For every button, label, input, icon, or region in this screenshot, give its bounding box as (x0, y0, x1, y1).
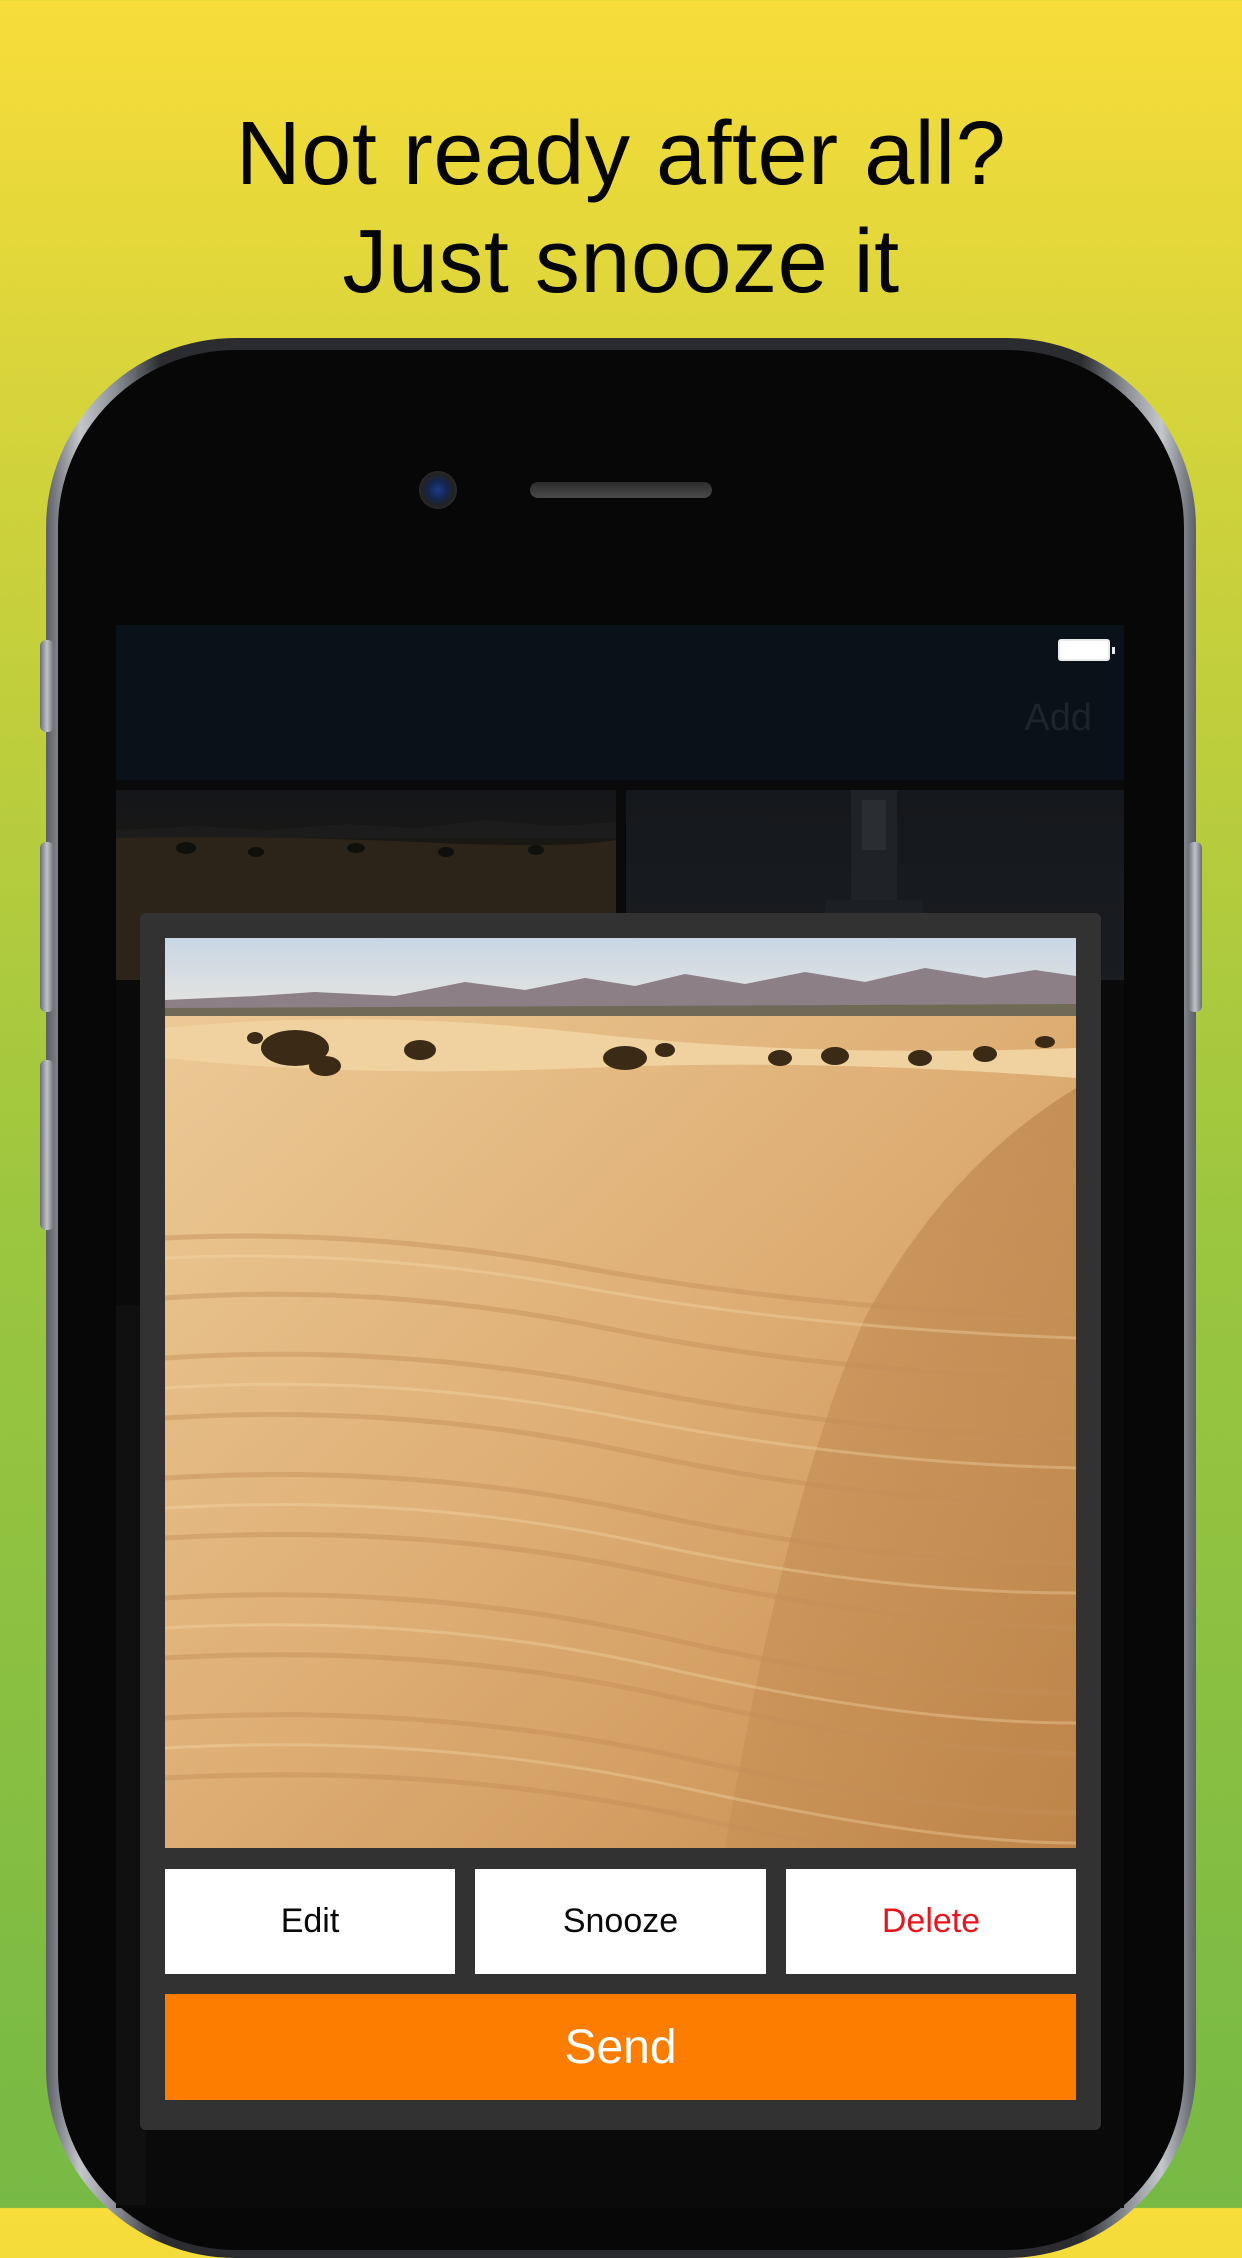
front-camera-icon (419, 471, 457, 509)
phone-volume-down-button (40, 1060, 54, 1230)
edit-button[interactable]: Edit (165, 1869, 455, 1974)
app-navbar: Add (116, 625, 1124, 780)
desert-photo (165, 938, 1076, 1848)
desert-dunes-image (165, 938, 1076, 1848)
phone-volume-up-button (40, 842, 54, 1012)
phone-mute-switch (40, 640, 54, 732)
add-button[interactable]: Add (1024, 697, 1092, 740)
send-button[interactable]: Send (165, 1994, 1076, 2100)
headline-line-1: Not ready after all? (235, 104, 1007, 204)
delete-button[interactable]: Delete (786, 1869, 1076, 1974)
promo-headline: Not ready after all? Just snooze it (0, 100, 1242, 316)
headline-line-2: Just snooze it (342, 212, 900, 312)
battery-icon (1058, 639, 1115, 661)
earpiece-speaker (530, 482, 712, 498)
snooze-button[interactable]: Snooze (475, 1869, 766, 1974)
phone-power-button (1188, 842, 1202, 1012)
